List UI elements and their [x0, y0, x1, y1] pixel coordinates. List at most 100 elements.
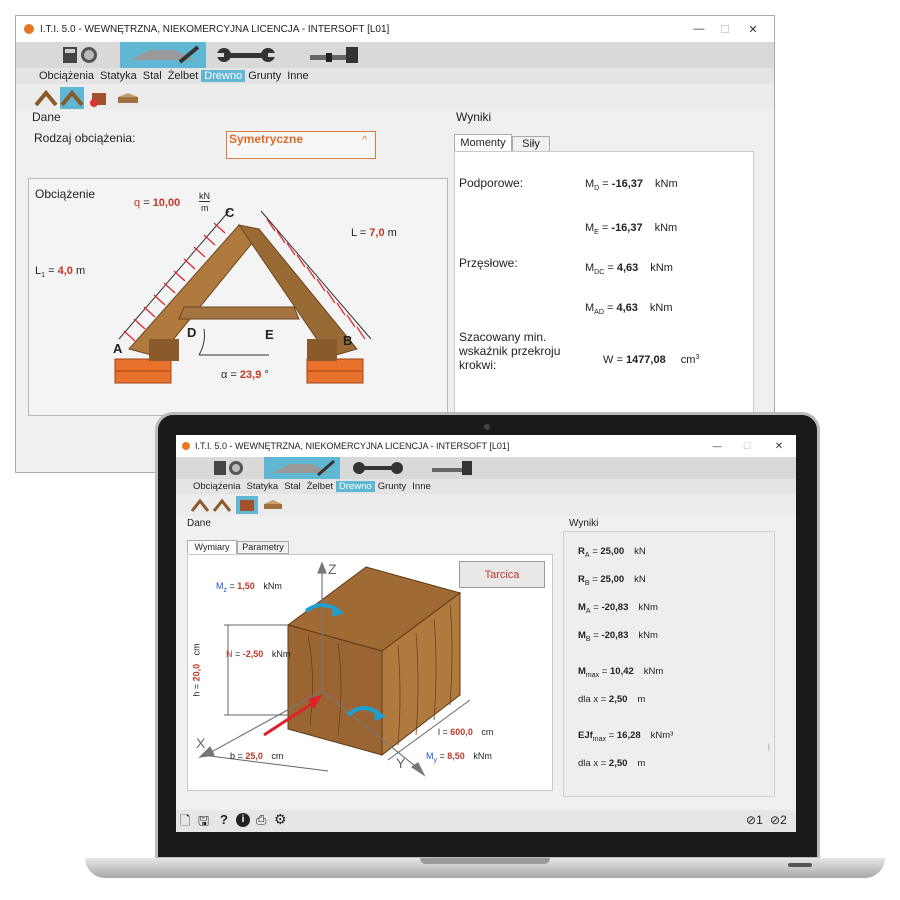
window-title: I.T.I. 5.0 - WEWNĘTRZNA, NIEKOMERCYJNA L… — [195, 441, 510, 451]
help-icon[interactable]: ? — [220, 812, 228, 827]
q-label: q = 10,00 — [134, 197, 181, 209]
h-value: h = 20,0 cm — [191, 643, 202, 697]
maximize-button[interactable]: ☐ — [712, 16, 738, 42]
selection-1-icon[interactable]: ⊘1 — [746, 813, 763, 827]
q-unit-num: kN — [199, 191, 210, 202]
result-sub: B — [584, 580, 590, 587]
point-e-label: E — [265, 327, 274, 342]
laptop-notch — [420, 858, 550, 864]
result-symbol: M — [585, 222, 595, 234]
menu-item-front-4[interactable]: Drewno — [336, 481, 375, 492]
menu-item-front-0[interactable]: Obciążenia — [190, 481, 244, 492]
result-unit: kNm — [650, 262, 673, 274]
result-value: 4,63 — [616, 262, 639, 274]
menu-item-back-3[interactable]: Żelbet — [165, 70, 202, 82]
selection-2-icon[interactable]: ⊘2 — [770, 813, 787, 827]
minimize-button[interactable]: — — [686, 16, 712, 42]
result-eq: = — [592, 546, 598, 557]
obciazenie-label: Obciążenie — [35, 187, 96, 201]
result-unit: m — [637, 758, 646, 769]
result-eq: = — [600, 694, 607, 705]
calculator-icon[interactable] — [61, 45, 101, 65]
result-symbol: R — [578, 546, 585, 557]
tab-sily[interactable]: Siły — [512, 136, 550, 152]
beam-type-icons[interactable] — [190, 496, 286, 514]
window-title: I.T.I. 5.0 - WEWNĘTRZNA, NIEKOMERCYJNA L… — [40, 23, 390, 35]
save-icon[interactable]: 🖫 — [198, 812, 209, 832]
result-value: 10,42 — [610, 666, 634, 677]
result-value: 2,50 — [608, 758, 628, 769]
tab-wymiary[interactable]: Wymiary — [187, 540, 237, 554]
menu-item-front-2[interactable]: Stal — [281, 481, 303, 492]
steel-tool-button[interactable] — [120, 42, 206, 68]
result-row: dla x = 2,50 m — [578, 694, 645, 707]
result-eq: = — [606, 302, 614, 314]
laptop-camera — [484, 424, 490, 430]
menu-item-front-6[interactable]: Inne — [409, 481, 434, 492]
point-b-label: B — [343, 333, 353, 348]
result-row: ME = -16,37 kNm — [585, 222, 677, 236]
tab-momenty[interactable]: Momenty — [454, 134, 512, 152]
laptop-led — [788, 863, 812, 867]
menu-item-back-6[interactable]: Inne — [284, 70, 311, 82]
L-label: L = 7,0 m — [351, 227, 397, 239]
result-eq: = — [608, 730, 615, 741]
result-unit: kNm — [654, 222, 678, 234]
app-icon — [24, 24, 34, 34]
L1-label: L1 = 4,0 m — [35, 265, 86, 279]
result-sub: max — [585, 672, 600, 679]
my-value: My = 8,50 kNm — [426, 751, 492, 764]
maximize-button[interactable]: ☐ — [736, 435, 758, 457]
result-value: 16,28 — [616, 730, 641, 741]
result-sub: E — [594, 229, 599, 236]
menu-item-back-1[interactable]: Statyka — [97, 70, 140, 82]
settings-gear-icon[interactable]: ⚙ — [274, 811, 287, 828]
wrench-icon[interactable] — [352, 459, 404, 477]
print-icon[interactable]: ⎙ — [256, 812, 266, 828]
menu-item-front-1[interactable]: Statyka — [244, 481, 282, 492]
result-row: Mmax = 10,42 kNm — [578, 666, 663, 679]
menu-item-back-5[interactable]: Grunty — [245, 70, 284, 82]
q-unit-den: m — [201, 203, 209, 213]
wrench-icon[interactable] — [216, 45, 276, 65]
front-results-panel: RA = 25,00 kN RB = 25,00 kN MA = -20,83 kNm MB… — [563, 531, 775, 797]
result-unit: kNm — [638, 602, 658, 613]
menu-item-back-2[interactable]: Stal — [140, 70, 165, 82]
truss-type-icons[interactable] — [34, 87, 144, 109]
result-symbol: M — [578, 602, 586, 613]
result-value: 2,50 — [608, 694, 628, 705]
result-sub: D — [594, 185, 600, 192]
back-window: I.T.I. 5.0 - WEWNĘTRZNA, NIEKOMERCYJNA L… — [15, 15, 775, 473]
front-window: I.T.I. 5.0 - WEWNĘTRZNA, NIEKOMERCYJNA L… — [176, 435, 796, 832]
close-button[interactable]: ✕ — [740, 16, 766, 42]
result-symbol: M — [578, 630, 586, 641]
wskaznik-label-2: wskaźnik przekroju — [459, 344, 561, 358]
hammer-icon[interactable] — [428, 459, 480, 477]
wyniki-title: Wyniki — [456, 110, 492, 124]
new-file-icon[interactable]: 🗋 — [180, 812, 190, 832]
calculator-icon[interactable] — [212, 459, 246, 477]
back-main-toolbar — [16, 42, 774, 68]
info-icon[interactable]: i — [236, 813, 250, 827]
tab-parametry[interactable]: Parametry — [237, 541, 289, 554]
menu-item-front-5[interactable]: Grunty — [375, 481, 410, 492]
result-value: 4,63 — [616, 302, 638, 314]
hammer-icon[interactable] — [306, 45, 366, 65]
menu-item-back-0[interactable]: Obciążenia — [36, 70, 97, 82]
result-sub: A — [584, 552, 590, 559]
n-value: N = -2,50 kNm — [226, 649, 291, 659]
menu-item-front-3[interactable]: Żelbet — [304, 481, 336, 492]
steel-tool-button[interactable] — [264, 457, 340, 479]
rodzaj-select[interactable]: Symetryczne ^ — [226, 131, 376, 159]
result-value: -20,83 — [601, 602, 629, 613]
close-button[interactable]: ✕ — [768, 435, 790, 457]
result-row: MAD = 4,63 kNm — [585, 302, 673, 316]
menu-item-back-4[interactable]: Drewno — [201, 70, 246, 82]
result-unit: kNm³ — [650, 730, 674, 741]
minimize-button[interactable]: — — [706, 435, 728, 457]
scroll-indicator[interactable]: | — [768, 744, 770, 751]
result-symbol: EJf — [578, 730, 593, 741]
back-sub-toolbar — [16, 84, 774, 110]
result-sub: DC — [594, 269, 605, 276]
front-sub-toolbar — [176, 494, 796, 516]
